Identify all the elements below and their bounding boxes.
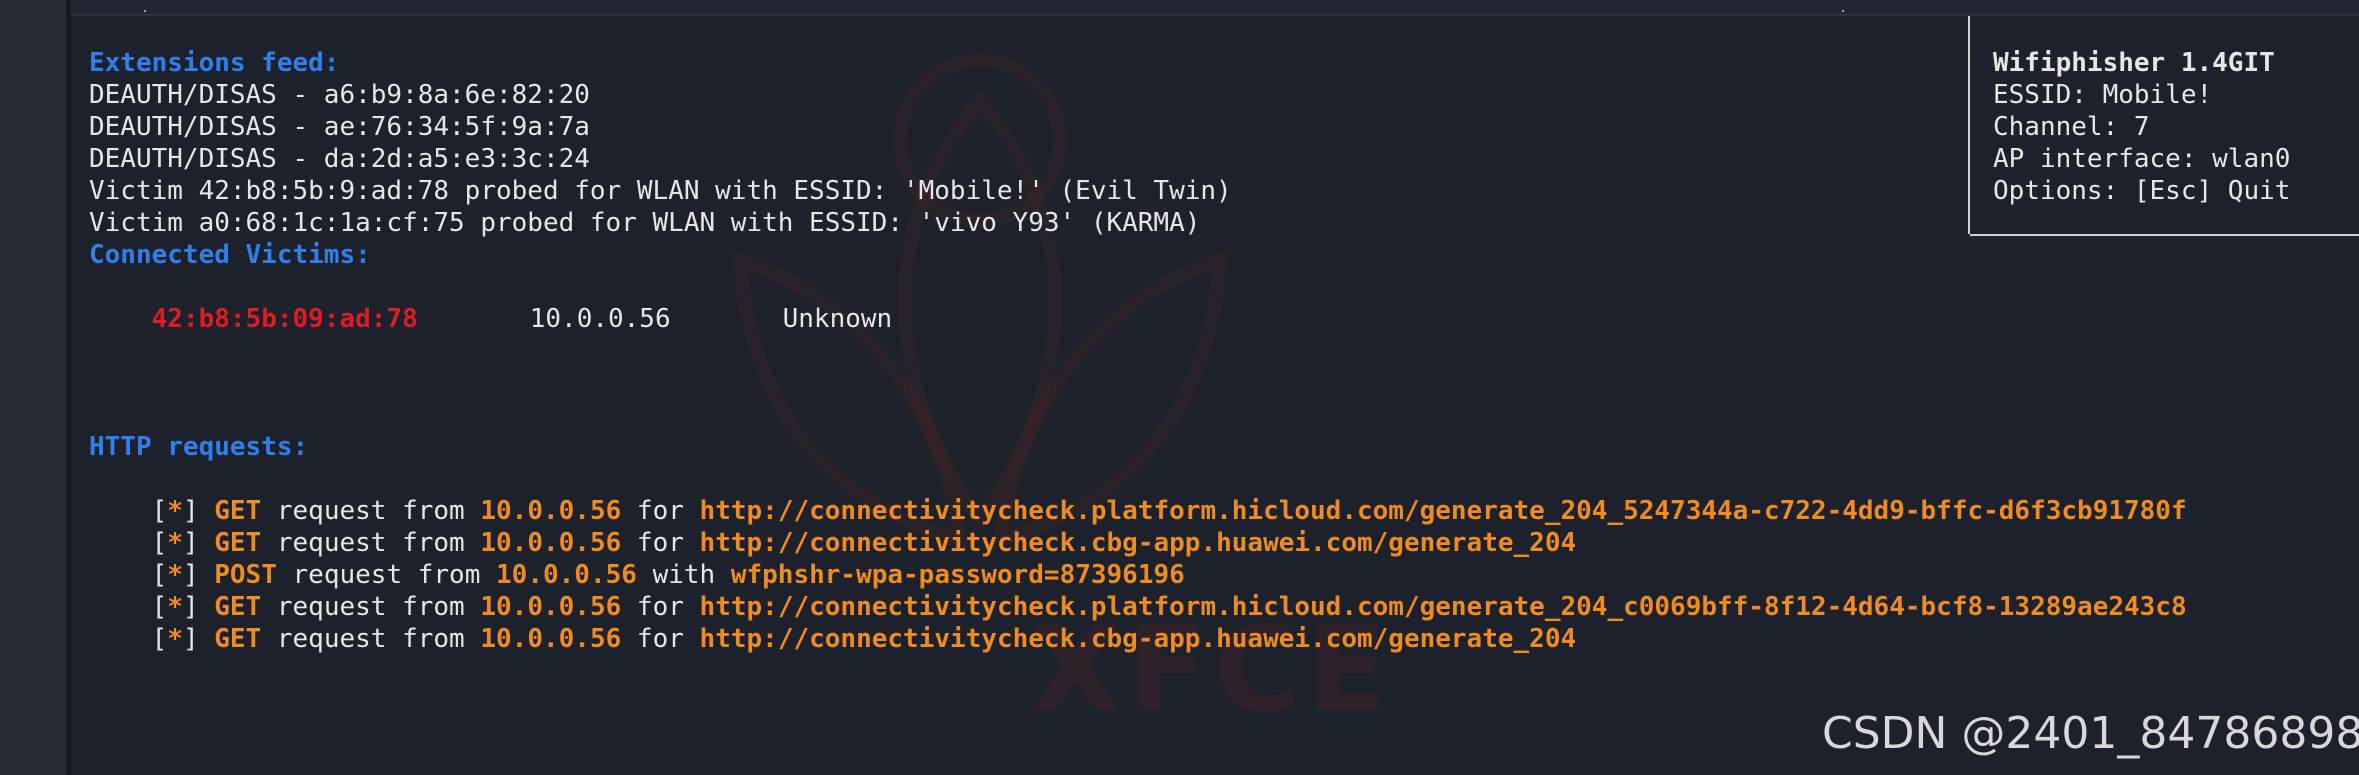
dot-marker (1842, 10, 1844, 12)
options-label: Options: [Esc] Quit (1993, 176, 2291, 206)
http-method: GET (214, 624, 262, 654)
victim-ip: 10.0.0.56 (529, 304, 671, 334)
side-panel (0, 0, 66, 775)
victim-row: 42:b8:5b:09:ad:78 10.0.0.56 Unknown (89, 271, 893, 367)
request-ip: 10.0.0.56 (480, 624, 622, 654)
csdn-watermark: CSDN @2401_84786898 (1822, 708, 2359, 759)
victim-mac: 42:b8:5b:09:ad:78 (151, 304, 418, 334)
dot-marker (144, 10, 146, 12)
extension-line: DEAUTH/DISAS - da:2d:a5:e3:3c:24 (89, 144, 590, 174)
box-border-left (1968, 16, 1970, 234)
request-target: http://connectivitycheck.cbg-app.huawei.… (699, 624, 1577, 654)
top-border (71, 0, 2359, 16)
channel-label: Channel: 7 (1993, 112, 2150, 142)
bracket-open: [ (151, 624, 168, 654)
request-text: for (621, 624, 700, 654)
extension-line: Victim a0:68:1c:1a:cf:75 probed for WLAN… (89, 208, 1201, 238)
ap-interface-label: AP interface: wlan0 (1993, 144, 2291, 174)
extension-line: DEAUTH/DISAS - ae:76:34:5f:9a:7a (89, 112, 590, 142)
essid-label: ESSID: Mobile! (1993, 80, 2213, 110)
extension-line: DEAUTH/DISAS - a6:b9:8a:6e:82:20 (89, 80, 590, 110)
bracket-close: ] (182, 624, 215, 654)
terminal-screen: XFCE Extensions feed: DEAUTH/DISAS - a6:… (0, 0, 2359, 775)
request-text: request from (261, 624, 481, 654)
http-heading: HTTP requests: (89, 432, 309, 462)
status-info-box: Wifiphisher 1.4GIT ESSID: Mobile! Channe… (1963, 16, 2359, 236)
app-title: Wifiphisher 1.4GIT (1993, 48, 2275, 78)
victim-vendor: Unknown (782, 304, 893, 334)
star-marker: * (167, 624, 183, 654)
extension-line: Victim 42:b8:5b:9:ad:78 probed for WLAN … (89, 176, 1232, 206)
extensions-heading: Extensions feed: (89, 48, 340, 78)
panel-divider (66, 0, 71, 775)
victims-heading: Connected Victims: (89, 240, 371, 270)
http-request-line: [*] GET request from 10.0.0.56 for http:… (89, 591, 1577, 687)
box-border-bottom (1970, 234, 2359, 236)
